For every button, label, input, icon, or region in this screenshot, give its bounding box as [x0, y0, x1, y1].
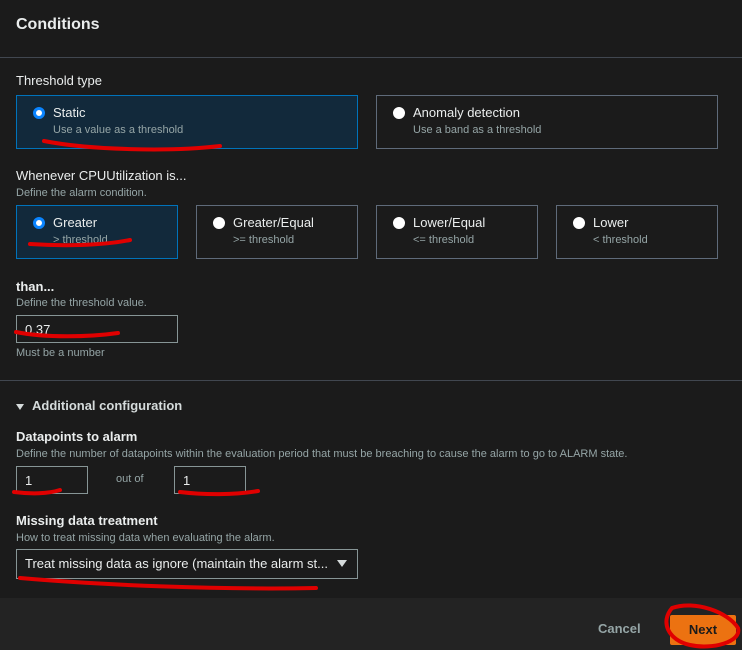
option-label: Lower [593, 215, 629, 230]
threshold-anomaly-option[interactable]: Anomaly detection Use a band as a thresh… [376, 95, 718, 149]
radio-icon[interactable] [33, 217, 45, 229]
threshold-static-option[interactable]: Static Use a value as a threshold [16, 95, 358, 149]
conditions-panel: Conditions Threshold type Static Use a v… [0, 0, 742, 598]
option-desc: <= threshold [413, 234, 475, 246]
evaluation-periods-input[interactable]: 1 [174, 466, 246, 494]
caret-down-icon [16, 403, 24, 410]
option-label: Greater [53, 215, 98, 230]
option-desc: Use a band as a threshold [413, 124, 542, 136]
next-button[interactable]: Next [670, 615, 736, 645]
threshold-value-input[interactable]: 0.37 [16, 315, 178, 343]
threshold-type-label: Threshold type [16, 73, 102, 88]
divider [0, 380, 742, 381]
missing-data-value: Treat missing data as ignore (maintain t… [25, 556, 328, 571]
option-label: Anomaly detection [413, 105, 520, 120]
option-label: Lower/Equal [413, 215, 486, 230]
radio-icon[interactable] [33, 107, 45, 119]
than-hint: Must be a number [16, 347, 105, 359]
option-desc: > threshold [53, 234, 108, 246]
condition-lower-option[interactable]: Lower < threshold [556, 205, 718, 259]
datapoints-desc: Define the number of datapoints within t… [16, 448, 628, 460]
radio-icon[interactable] [393, 217, 405, 229]
missing-data-desc: How to treat missing data when evaluatin… [16, 532, 275, 544]
out-of-label: out of [116, 473, 144, 485]
radio-icon[interactable] [393, 107, 405, 119]
radio-icon[interactable] [213, 217, 225, 229]
datapoints-input[interactable]: 1 [16, 466, 88, 494]
missing-data-select[interactable]: Treat missing data as ignore (maintain t… [16, 549, 358, 579]
section-title: Conditions [16, 16, 100, 33]
option-desc: Use a value as a threshold [53, 124, 184, 136]
datapoints-label: Datapoints to alarm [16, 429, 138, 444]
condition-lower-equal-option[interactable]: Lower/Equal <= threshold [376, 205, 538, 259]
condition-greater-option[interactable]: Greater > threshold [16, 205, 178, 259]
option-desc: < threshold [593, 234, 648, 246]
divider [0, 57, 742, 58]
additional-config-label: Additional configuration [32, 398, 183, 413]
whenever-desc: Define the alarm condition. [16, 187, 147, 199]
missing-data-label: Missing data treatment [16, 513, 158, 528]
option-desc: >= threshold [233, 234, 295, 246]
option-label: Static [53, 105, 86, 120]
radio-icon[interactable] [573, 217, 585, 229]
dropdown-caret-icon [337, 560, 347, 567]
option-label: Greater/Equal [233, 215, 314, 230]
than-label: than... [16, 279, 55, 294]
cancel-button[interactable]: Cancel [598, 621, 641, 636]
condition-greater-equal-option[interactable]: Greater/Equal >= threshold [196, 205, 358, 259]
than-desc: Define the threshold value. [16, 297, 147, 309]
whenever-label: Whenever CPUUtilization is... [16, 168, 187, 183]
additional-config-toggle[interactable]: Additional configuration [16, 398, 182, 413]
